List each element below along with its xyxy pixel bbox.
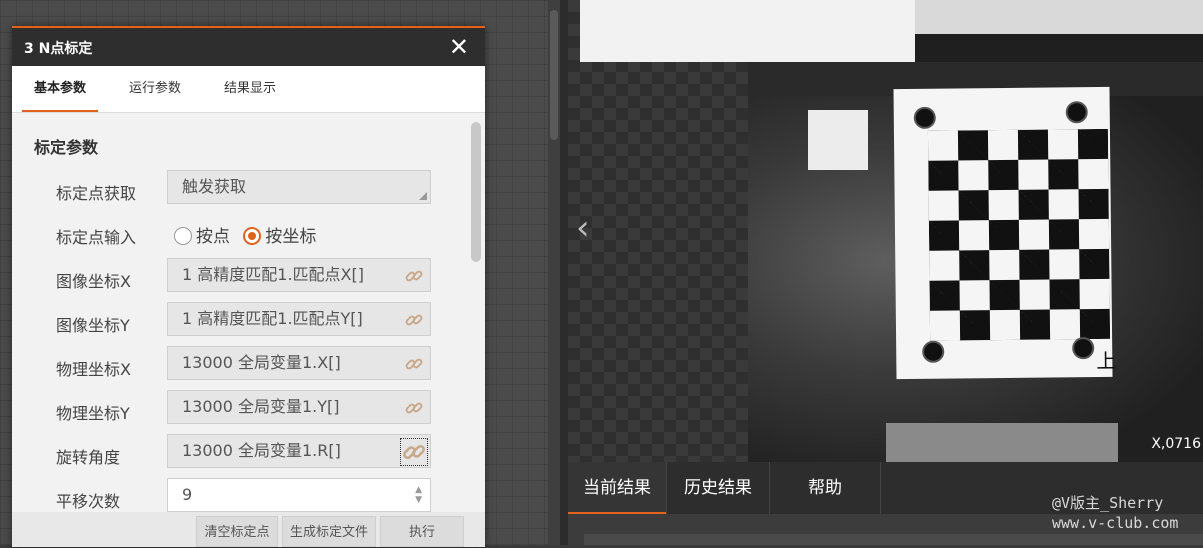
acquire-label: 标定点获取: [56, 184, 137, 203]
dropdown-arrow-icon: [419, 192, 427, 200]
row-translate-count: 平移次数 9 ▲ ▼: [12, 478, 472, 512]
link-icon[interactable]: [404, 354, 424, 374]
image-y-value: 1 高精度匹配1.匹配点Y[]: [182, 309, 363, 328]
phys-y-label: 物理坐标Y: [56, 404, 130, 423]
phys-y-field[interactable]: 13000 全局变量1.Y[]: [167, 390, 431, 424]
phys-x-field[interactable]: 13000 全局变量1.X[]: [167, 346, 431, 380]
image-highlight: [915, 0, 1203, 34]
radio-by-coord[interactable]: [243, 227, 262, 245]
translate-count-label: 平移次数: [56, 492, 121, 511]
input-radio-group: 按点 按坐标: [174, 222, 324, 247]
dialog-title: 3 N点标定: [24, 41, 93, 57]
image-y-field[interactable]: 1 高精度匹配1.匹配点Y[]: [167, 302, 431, 336]
image-x-field[interactable]: 1 高精度匹配1.匹配点X[]: [167, 258, 431, 292]
board-hole: [1072, 337, 1095, 360]
rotation-value: 13000 全局变量1.R[]: [182, 441, 341, 460]
row-input: 标定点输入 按点 按坐标: [12, 214, 472, 254]
row-phys-x: 物理坐标X 13000 全局变量1.X[]: [12, 346, 472, 386]
link-icon[interactable]: [404, 310, 424, 330]
translate-count-value: 9: [182, 485, 193, 504]
tab-history-result[interactable]: 历史结果: [667, 462, 769, 512]
close-icon[interactable]: ✕: [449, 32, 469, 62]
canvas-scrollbar-thumb[interactable]: [550, 10, 558, 140]
radio-by-coord-label: 按坐标: [265, 227, 317, 247]
dialog-footer: 清空标定点 生成标定文件 执行: [12, 512, 485, 547]
tab-separator: [880, 462, 881, 514]
tab-help[interactable]: 帮助: [770, 462, 880, 512]
stepper-arrows-icon[interactable]: ▲ ▼: [415, 485, 422, 505]
checkerboard-pattern: [927, 128, 1111, 341]
generate-file-button[interactable]: 生成标定文件: [282, 516, 376, 547]
result-table-header: [584, 534, 1203, 545]
execute-button[interactable]: 执行: [380, 516, 464, 547]
tab-current-result[interactable]: 当前结果: [568, 462, 666, 514]
transparent-background: [568, 0, 748, 462]
image-x-label: 图像坐标X: [56, 272, 131, 291]
rotation-field[interactable]: 13000 全局变量1.R[]: [167, 434, 431, 468]
tab-basic-params[interactable]: 基本参数: [22, 66, 99, 112]
row-rotation: 旋转角度 13000 全局变量1.R[]: [12, 434, 472, 474]
phys-y-value: 13000 全局变量1.Y[]: [182, 397, 340, 416]
board-hole: [1065, 101, 1088, 124]
watermark-author: @V版主_Sherry: [1052, 494, 1164, 512]
row-image-y: 图像坐标Y 1 高精度匹配1.匹配点Y[]: [12, 302, 472, 342]
dialog-header[interactable]: 3 N点标定 ✕: [12, 28, 485, 66]
dialog-body: 标定参数 标定点获取 触发获取 标定点输入 按点 按坐标 图像坐标X 1 高精度…: [12, 114, 485, 512]
image-highlight: [808, 110, 868, 170]
panel-divider[interactable]: [560, 0, 568, 545]
acquire-value: 触发获取: [182, 177, 247, 196]
row-acquire: 标定点获取 触发获取: [12, 170, 472, 210]
rotation-label: 旋转角度: [56, 448, 121, 467]
clear-points-button[interactable]: 清空标定点: [196, 516, 278, 547]
coordinate-readout: X,0716: [1151, 436, 1201, 452]
link-icon[interactable]: [404, 398, 424, 418]
acquire-select[interactable]: 触发获取: [167, 170, 431, 204]
chevron-left-icon[interactable]: ‹: [576, 208, 590, 248]
image-highlight: [580, 0, 915, 62]
watermark-site: www.v-club.com: [1052, 514, 1179, 532]
tab-run-params[interactable]: 运行参数: [129, 66, 181, 110]
link-icon[interactable]: [400, 438, 428, 466]
input-label: 标定点输入: [56, 228, 137, 247]
board-hole: [913, 106, 936, 129]
row-phys-y: 物理坐标Y 13000 全局变量1.Y[]: [12, 390, 472, 430]
translate-count-stepper[interactable]: 9 ▲ ▼: [167, 478, 431, 512]
section-title: 标定参数: [34, 138, 99, 157]
phys-x-label: 物理坐标X: [56, 360, 131, 379]
calibration-board: 上: [893, 86, 1116, 380]
board-hole: [922, 340, 945, 363]
dialog-tabs: 基本参数 运行参数 结果显示: [12, 66, 485, 113]
radio-by-point[interactable]: [174, 227, 192, 245]
radio-by-point-label: 按点: [196, 227, 230, 247]
image-x-value: 1 高精度匹配1.匹配点X[]: [182, 265, 364, 284]
board-mark: 上: [1096, 348, 1117, 374]
link-icon[interactable]: [404, 266, 424, 286]
phys-x-value: 13000 全局变量1.X[]: [182, 353, 341, 372]
row-image-x: 图像坐标X 1 高精度匹配1.匹配点X[]: [12, 258, 472, 298]
image-y-label: 图像坐标Y: [56, 316, 130, 335]
fixture-plate: [886, 423, 1118, 462]
tab-result-display[interactable]: 结果显示: [224, 66, 276, 110]
image-view[interactable]: 上 ‹ X,0716: [568, 0, 1203, 462]
body-scrollbar-thumb[interactable]: [471, 122, 481, 262]
n-point-calibration-dialog: 3 N点标定 ✕ 基本参数 运行参数 结果显示 标定参数 标定点获取 触发获取 …: [12, 26, 485, 547]
